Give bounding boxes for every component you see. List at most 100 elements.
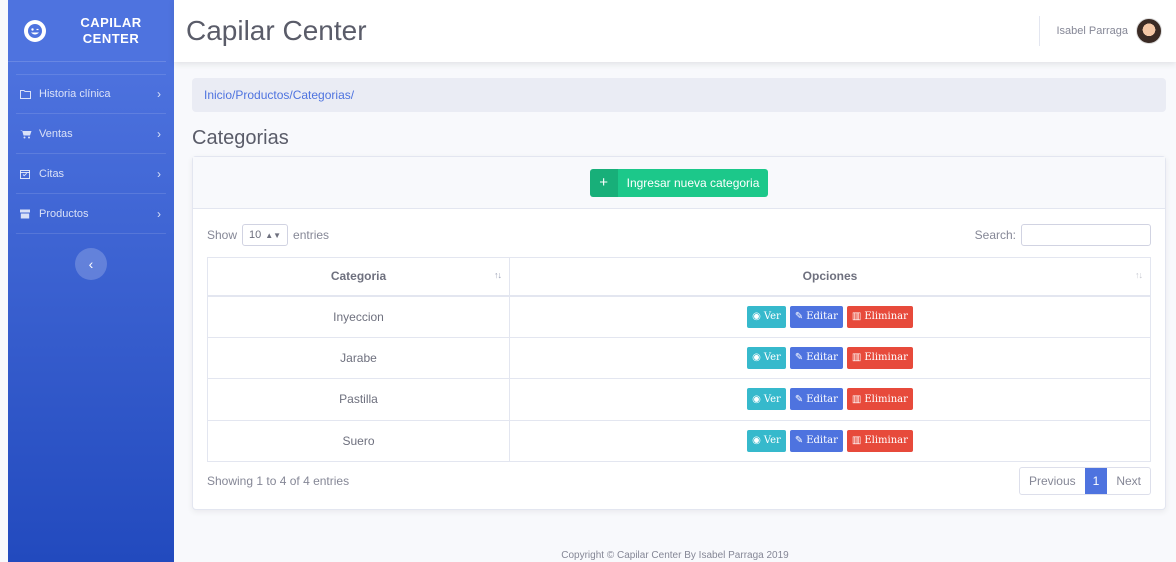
- sidebar-item-label: Productos: [39, 207, 89, 220]
- categories-table: Categoria ↑↓ Opciones ↑↓ Inyeccion ◉ Ver …: [207, 257, 1151, 462]
- delete-label: Eliminar: [864, 435, 908, 447]
- pagination: Previous 1 Next: [1018, 467, 1151, 495]
- sidebar-item-citas[interactable]: Citas ›: [16, 154, 166, 194]
- delete-button[interactable]: ▥ Eliminar: [846, 429, 913, 452]
- show-label: Show: [207, 228, 238, 242]
- edit-icon: ✎: [794, 393, 804, 405]
- edit-button[interactable]: ✎ Editar: [789, 346, 843, 369]
- view-label: Ver: [763, 435, 781, 447]
- eye-icon: ◉: [752, 352, 761, 364]
- delete-label: Eliminar: [864, 311, 908, 322]
- sort-icon: ↑↓: [494, 270, 502, 280]
- chevron-right-icon: ›: [157, 87, 161, 101]
- sidebar-item-historia-clinica[interactable]: Historia clínica ›: [16, 74, 166, 114]
- topbar: Capilar Center Isabel Parraga: [174, 0, 1176, 62]
- table-row: Suero ◉ Ver ✎ Editar ▥ Eliminar: [207, 419, 1151, 462]
- eye-icon: ◉: [752, 311, 761, 322]
- datatable-footer: Showing 1 to 4 of 4 entries Previous 1 N…: [207, 467, 1151, 495]
- calendar-icon: [20, 169, 34, 179]
- brand-name: CAPILAR CENTER: [46, 15, 166, 47]
- trash-icon: ▥: [851, 435, 862, 447]
- search-input[interactable]: [1021, 224, 1151, 246]
- view-label: Ver: [763, 352, 781, 364]
- view-label: Ver: [763, 393, 781, 405]
- select-arrows-icon: ▲▼: [265, 230, 282, 240]
- sidebar-nav: Historia clínica › Ventas › Citas › Prod…: [8, 74, 174, 234]
- cell-categoria: Jarabe: [207, 336, 510, 379]
- cell-categoria: Pastilla: [207, 378, 510, 421]
- trash-icon: ▥: [851, 352, 862, 364]
- cell-opciones: ◉ Ver ✎ Editar ▥ Eliminar: [509, 419, 1151, 462]
- user-name[interactable]: Isabel Parraga: [1056, 25, 1128, 37]
- card-header: + Ingresar nueva categoria: [193, 157, 1165, 209]
- chevron-right-icon: ›: [157, 206, 161, 221]
- edit-button[interactable]: ✎ Editar: [789, 429, 843, 452]
- edit-label: Editar: [806, 393, 838, 405]
- sidebar-item-productos[interactable]: Productos ›: [16, 194, 166, 234]
- delete-button[interactable]: ▥ Eliminar: [846, 388, 913, 411]
- previous-button[interactable]: Previous: [1020, 468, 1085, 494]
- delete-button[interactable]: ▥ Eliminar: [846, 346, 913, 369]
- view-button[interactable]: ◉ Ver: [747, 305, 786, 328]
- edit-icon: ✎: [794, 311, 804, 322]
- avatar[interactable]: [1136, 18, 1162, 44]
- table-row: Jarabe ◉ Ver ✎ Editar ▥ Eliminar: [207, 336, 1151, 379]
- sidebar-item-ventas[interactable]: Ventas ›: [16, 114, 166, 154]
- view-label: Ver: [763, 311, 781, 322]
- sort-icon: ↑↓: [1135, 270, 1143, 280]
- brand-line2: CENTER: [82, 30, 140, 46]
- table-header-row: Categoria ↑↓ Opciones ↑↓: [207, 257, 1151, 297]
- edit-label: Editar: [806, 352, 838, 364]
- sidebar-toggle-button[interactable]: ‹: [75, 248, 107, 280]
- column-header-label: Categoria: [330, 269, 387, 284]
- sidebar-item-label: Ventas: [39, 127, 73, 140]
- box-icon: [20, 209, 34, 219]
- delete-label: Eliminar: [864, 393, 908, 405]
- chevron-right-icon: ›: [157, 166, 161, 181]
- add-category-button[interactable]: + Ingresar nueva categoria: [589, 168, 769, 197]
- entries-length-select[interactable]: 10 ▲▼: [242, 224, 289, 246]
- app-title: Capilar Center: [186, 15, 367, 46]
- edit-label: Editar: [806, 435, 838, 447]
- trash-icon: ▥: [851, 311, 862, 322]
- page-1-button[interactable]: 1: [1084, 468, 1108, 494]
- column-header-label: Opciones: [802, 269, 858, 284]
- cell-categoria: Suero: [207, 419, 510, 462]
- column-header-opciones[interactable]: Opciones ↑↓: [509, 257, 1151, 297]
- eye-icon: ◉: [752, 393, 761, 405]
- sidebar-item-label: Historia clínica: [39, 88, 111, 100]
- entries-length-value: 10: [249, 229, 262, 241]
- delete-label: Eliminar: [864, 352, 908, 364]
- edit-button[interactable]: ✎ Editar: [789, 305, 843, 328]
- view-button[interactable]: ◉ Ver: [747, 388, 786, 411]
- chevron-left-icon: ‹: [88, 256, 94, 272]
- cell-opciones: ◉ Ver ✎ Editar ▥ Eliminar: [509, 336, 1151, 379]
- column-header-categoria[interactable]: Categoria ↑↓: [207, 257, 510, 297]
- page-title: Categorias: [192, 127, 289, 149]
- cell-opciones: ◉ Ver ✎ Editar ▥ Eliminar: [509, 295, 1151, 338]
- plus-icon: +: [589, 168, 618, 197]
- edit-button[interactable]: ✎ Editar: [789, 388, 843, 411]
- view-button[interactable]: ◉ Ver: [747, 429, 786, 452]
- table-row: Inyeccion ◉ Ver ✎ Editar ▥ Eliminar: [207, 295, 1151, 338]
- eye-icon: ◉: [752, 435, 761, 447]
- next-button[interactable]: Next: [1107, 468, 1150, 494]
- brand-line1: CAPILAR: [80, 14, 142, 30]
- sidebar: CAPILAR CENTER Historia clínica › Ventas…: [8, 0, 174, 562]
- sidebar-item-label: Citas: [39, 167, 65, 180]
- breadcrumb-link[interactable]: Inicio/Productos/Categorias/: [204, 88, 354, 102]
- topbar-divider: [1039, 16, 1041, 46]
- delete-button[interactable]: ▥ Eliminar: [846, 305, 913, 328]
- breadcrumb: Inicio/Productos/Categorias/: [192, 78, 1166, 112]
- chevron-right-icon: ›: [157, 126, 161, 141]
- trash-icon: ▥: [851, 393, 862, 405]
- cart-icon: [20, 129, 34, 139]
- view-button[interactable]: ◉ Ver: [747, 346, 786, 369]
- table-info: Showing 1 to 4 of 4 entries: [207, 474, 350, 488]
- table-row: Pastilla ◉ Ver ✎ Editar ▥ Eliminar: [207, 378, 1151, 421]
- entries-label: entries: [293, 228, 330, 242]
- brand[interactable]: CAPILAR CENTER: [8, 0, 166, 62]
- categories-card: + Ingresar nueva categoria Show 10 ▲▼ en…: [192, 156, 1166, 510]
- datatable-controls: Show 10 ▲▼ entries Search:: [207, 223, 1151, 247]
- edit-icon: ✎: [794, 435, 804, 447]
